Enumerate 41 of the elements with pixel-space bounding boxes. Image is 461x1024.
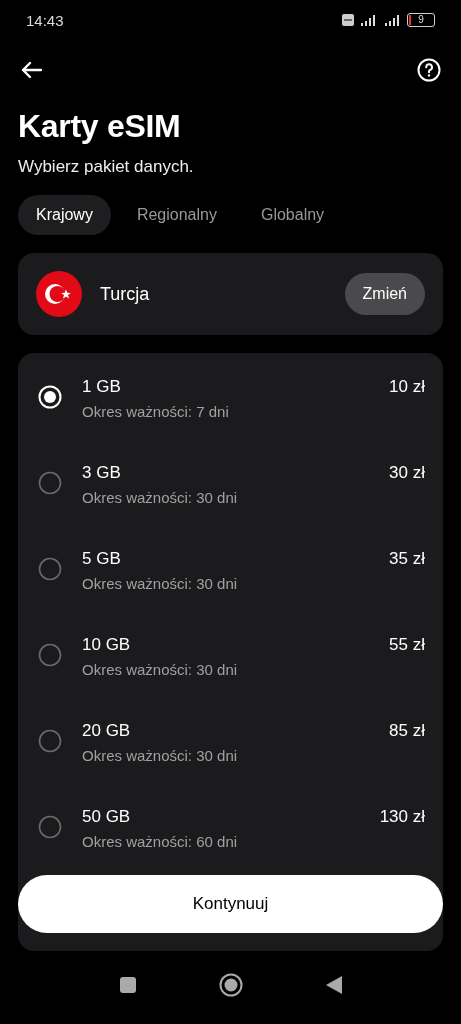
plan-price: 130 zł <box>379 807 425 827</box>
help-icon[interactable] <box>417 58 441 82</box>
plan-validity: Okres ważności: 30 dni <box>82 661 239 678</box>
radio-button[interactable] <box>38 729 62 753</box>
tab[interactable]: Krajowy <box>18 195 111 235</box>
back-arrow-icon[interactable] <box>20 61 42 79</box>
plan-validity: Okres ważności: 7 dni <box>82 403 230 420</box>
plan-data: 5 GB <box>82 549 122 569</box>
radio-button[interactable] <box>38 471 62 495</box>
plan-validity: Okres ważności: 30 dni <box>82 747 239 764</box>
battery-indicator: 9 <box>407 13 435 27</box>
volte-icon <box>342 14 354 26</box>
recents-icon[interactable] <box>118 976 137 994</box>
plan-validity: Okres ważności: 30 dni <box>82 575 239 592</box>
page-subtitle: Wybierz pakiet danych. <box>18 157 195 177</box>
plan-data: 1 GB <box>82 377 122 397</box>
plan-price: 10 zł <box>389 377 425 397</box>
signal-icon <box>384 14 402 26</box>
tab[interactable]: Globalny <box>242 195 343 235</box>
tab[interactable]: Regionalny <box>118 195 235 235</box>
back-icon[interactable] <box>324 975 343 995</box>
plan-price: 30 zł <box>389 463 425 483</box>
home-icon[interactable] <box>218 973 243 997</box>
plan-data: 50 GB <box>82 807 132 827</box>
flag-icon <box>36 271 82 317</box>
change-button[interactable]: Zmień <box>344 273 425 315</box>
page-title: Karty eSIM <box>18 108 182 145</box>
plan-price: 55 zł <box>389 635 425 655</box>
status-time: 14:43 <box>26 11 64 29</box>
country-name: Turcja <box>100 283 151 305</box>
plan-price: 35 zł <box>389 549 425 569</box>
plan-validity: Okres ważności: 30 dni <box>82 489 239 506</box>
plan-data: 10 GB <box>82 635 132 655</box>
radio-button[interactable] <box>38 643 62 667</box>
plan-price: 85 zł <box>389 721 425 741</box>
plan-data: 3 GB <box>82 463 122 483</box>
continue-button[interactable]: Kontynuuj <box>18 875 443 933</box>
radio-button[interactable] <box>38 815 62 839</box>
plan-validity: Okres ważności: 60 dni <box>82 833 239 850</box>
radio-button[interactable] <box>38 557 62 581</box>
plan-data: 20 GB <box>82 721 132 741</box>
